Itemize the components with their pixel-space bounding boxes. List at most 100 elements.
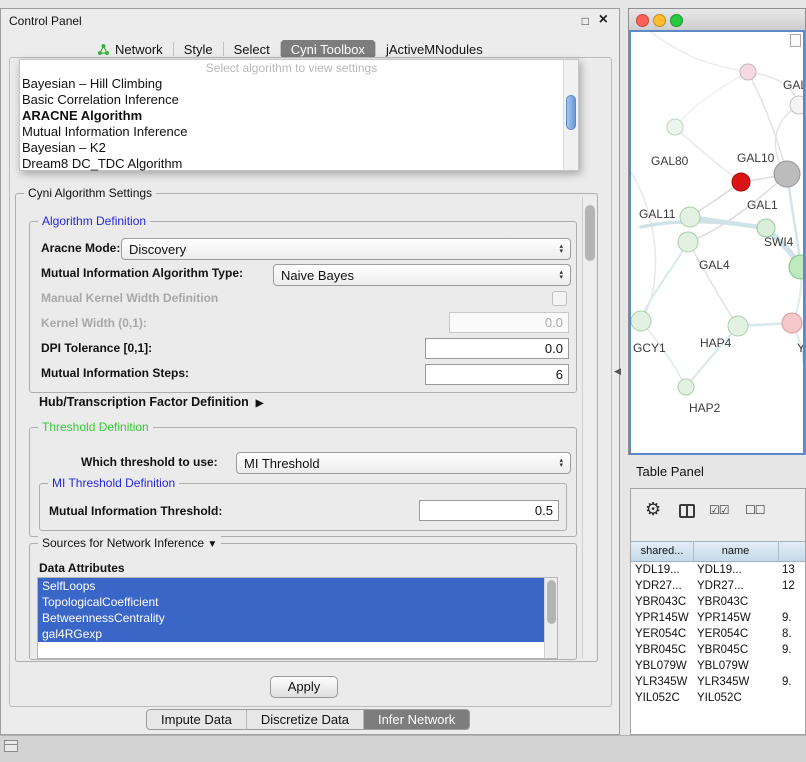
network-icon — [97, 43, 110, 56]
table-row[interactable]: YPR145WYPR145W9. — [631, 610, 805, 626]
node-gcy1[interactable] — [631, 311, 651, 331]
docked-panel-icon[interactable] — [4, 740, 18, 752]
kernel-width-input[interactable] — [449, 312, 569, 333]
node-label: GAL4 — [699, 258, 730, 272]
popup-item-selected[interactable]: ARACNE Algorithm — [22, 108, 142, 124]
which-threshold-select[interactable]: MI Threshold ▴▾ — [236, 452, 571, 474]
table-row[interactable]: YIL052CYIL052C — [631, 690, 805, 706]
node-hap4[interactable] — [728, 316, 748, 336]
popup-item[interactable]: Dream8 DC_TDC Algorithm — [22, 156, 182, 172]
mi-threshold-label: Mutual Information Threshold: — [49, 504, 222, 518]
float-window-icon[interactable]: □ — [582, 14, 589, 28]
table-row[interactable]: YER054CYER054C8. — [631, 626, 805, 642]
mi-type-select[interactable]: Naive Bayes ▴▾ — [273, 264, 571, 286]
which-threshold-label: Which threshold to use: — [81, 455, 218, 469]
tab-cyni-toolbox[interactable]: Cyni Toolbox — [281, 40, 375, 59]
list-item[interactable]: SelfLoops — [38, 578, 547, 594]
kernel-width-label: Kernel Width (0,1): — [41, 316, 147, 330]
deselect-all-checkboxes-icon[interactable]: ☐☐ — [745, 503, 765, 517]
node-gal10[interactable] — [774, 161, 800, 187]
node-pink-right[interactable] — [782, 313, 802, 333]
algorithm-popup: Select algorithm to view settings Bayesi… — [19, 59, 579, 171]
tab-select[interactable]: Select — [224, 40, 280, 59]
splitter-grip[interactable]: ◀ — [614, 366, 621, 377]
select-all-checkboxes-icon[interactable]: ☑☑ — [709, 503, 729, 517]
list-item[interactable]: BetweennessCentrality — [38, 610, 547, 626]
tab-label: Cyni Toolbox — [291, 42, 365, 57]
selected-value: MI Threshold — [244, 456, 320, 471]
list-item[interactable]: TopologicalCoefficient — [38, 594, 547, 610]
attributes-scrollbar-thumb[interactable] — [547, 580, 556, 624]
network-window-titlebar — [629, 9, 805, 31]
popup-scrollbar[interactable] — [563, 60, 578, 170]
window-title: Control Panel — [9, 14, 82, 28]
columns-icon[interactable] — [679, 504, 695, 518]
close-icon[interactable]: × — [599, 11, 608, 29]
manual-kernel-label: Manual Kernel Width Definition — [41, 291, 218, 305]
table-panel-window: ⚙ ☑☑ ☐☐ shared... name YDL19...YDL19...1… — [630, 488, 806, 735]
network-graph[interactable]: GAL GAL80 GAL10 GAL11 GAL1 SWI4 GAL4 GCY… — [631, 32, 803, 453]
manual-kernel-checkbox[interactable] — [552, 291, 567, 306]
bottom-status-strip — [0, 735, 806, 762]
data-attributes-list[interactable]: SelfLoops TopologicalCoefficient Between… — [37, 577, 558, 659]
zoom-traffic-light[interactable] — [670, 14, 683, 27]
network-canvas[interactable]: GAL GAL80 GAL10 GAL11 GAL1 SWI4 GAL4 GCY… — [629, 30, 805, 455]
apply-button[interactable]: Apply — [270, 676, 338, 698]
node-pink-top[interactable] — [740, 64, 756, 80]
node-hap2[interactable] — [678, 379, 694, 395]
popup-item[interactable]: Bayesian – Hill Climbing — [22, 76, 162, 92]
column-header[interactable]: name — [694, 545, 777, 557]
mi-steps-input[interactable] — [425, 364, 569, 385]
node-label: GAL1 — [747, 198, 778, 212]
column-separator[interactable] — [778, 542, 779, 561]
popup-item[interactable]: Mutual Information Inference — [22, 124, 187, 140]
table-row[interactable]: YBR045CYBR045C9. — [631, 642, 805, 658]
popup-scrollbar-thumb[interactable] — [566, 95, 576, 130]
combo-arrows-icon: ▴▾ — [553, 458, 563, 468]
popup-prompt: Select algorithm to view settings — [20, 61, 563, 75]
settings-scrollbar-thumb[interactable] — [585, 205, 595, 261]
tab-label: Select — [234, 42, 270, 57]
network-scrollbar-stub[interactable] — [790, 34, 801, 47]
table-row[interactable]: YBR043CYBR043C — [631, 594, 805, 610]
group-title: MI Threshold Definition — [48, 476, 179, 490]
node-label: GAL80 — [651, 154, 689, 168]
attributes-scrollbar[interactable] — [544, 578, 557, 658]
node-swi4[interactable] — [789, 255, 803, 279]
tab-style[interactable]: Style — [174, 40, 223, 59]
tab-discretize-data[interactable]: Discretize Data — [246, 710, 363, 729]
column-header[interactable]: shared... — [631, 545, 693, 557]
minimize-traffic-light[interactable] — [653, 14, 666, 27]
mi-threshold-input[interactable] — [419, 500, 559, 521]
node-gal4[interactable] — [678, 232, 698, 252]
list-item[interactable]: gal4RGexp — [38, 626, 547, 642]
hub-section-label: Hub/Transcription Factor Definition — [39, 395, 249, 409]
popup-item[interactable]: Bayesian – K2 — [22, 140, 106, 156]
table-row[interactable]: YBL079WYBL079W — [631, 658, 805, 674]
node-gal80[interactable] — [667, 119, 683, 135]
table-header: shared... name — [631, 541, 805, 562]
node-gal-top-right[interactable] — [790, 96, 803, 114]
gear-icon[interactable]: ⚙ — [645, 499, 661, 520]
sources-toggle[interactable]: Sources for Network Inference ▼ — [38, 536, 221, 550]
tab-impute-data[interactable]: Impute Data — [147, 710, 246, 729]
settings-scrollbar[interactable] — [582, 197, 596, 658]
table-panel-title: Table Panel — [636, 464, 704, 479]
node-red[interactable] — [732, 173, 750, 191]
bottom-tabs: Impute Data Discretize Data Infer Networ… — [146, 709, 470, 730]
table-row[interactable]: YDR27...YDR27...12 — [631, 578, 805, 594]
node-label: Y — [797, 341, 803, 355]
hub-section-toggle[interactable]: Hub/Transcription Factor Definition▶ — [39, 395, 263, 409]
tab-infer-network[interactable]: Infer Network — [363, 710, 469, 729]
node-gal11[interactable] — [680, 207, 700, 227]
table-row[interactable]: YDL19...YDL19...13 — [631, 562, 805, 578]
close-traffic-light[interactable] — [636, 14, 649, 27]
group-title: Threshold Definition — [38, 420, 153, 434]
table-row[interactable]: YLR345WYLR345W9. — [631, 674, 805, 690]
tab-network[interactable]: Network — [87, 40, 173, 59]
tab-jactivemodules[interactable]: jActiveMNodules — [376, 40, 493, 59]
dpi-tolerance-input[interactable] — [425, 338, 569, 359]
aracne-mode-select[interactable]: Discovery ▴▾ — [121, 238, 571, 260]
popup-item[interactable]: Basic Correlation Inference — [22, 92, 179, 108]
combo-arrows-icon: ▴▾ — [553, 270, 563, 280]
